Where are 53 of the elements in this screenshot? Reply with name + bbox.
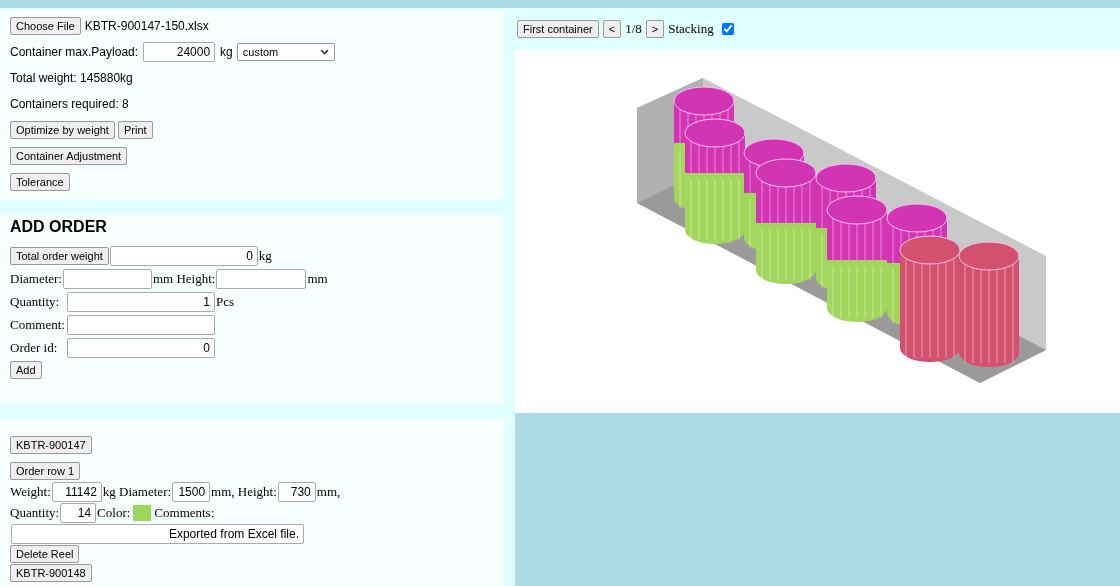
diameter-field[interactable]: [63, 269, 152, 289]
chevron-down-icon: [319, 49, 329, 55]
height-field[interactable]: 730: [277, 482, 316, 502]
add-button[interactable]: Add: [10, 361, 42, 379]
total-order-weight-button[interactable]: Total order weight: [10, 247, 109, 265]
payload-label: Container max.Payload:: [10, 45, 139, 59]
action-button[interactable]: Optimize by weight: [10, 121, 115, 139]
weight-field[interactable]: 0: [109, 246, 258, 266]
height-field[interactable]: [216, 269, 307, 289]
total-weight-text: Total weight: 145880kg: [10, 70, 134, 87]
unit-label: mm: [307, 271, 328, 287]
unit-label: Pcs: [216, 294, 235, 310]
action-button[interactable]: Print: [117, 121, 153, 139]
comment-field[interactable]: Exported from Excel file.: [11, 524, 304, 544]
delete-reel-button[interactable]: Delete Reel: [10, 545, 80, 563]
first-container-button[interactable]: First container: [517, 20, 599, 38]
action-button[interactable]: Tolerance: [10, 173, 70, 191]
order-row-button[interactable]: Order row 1: [10, 462, 81, 480]
previous-button[interactable]: <: [602, 20, 622, 38]
diameter-field[interactable]: 1500: [172, 482, 211, 502]
stacking-checkbox[interactable]: [721, 23, 734, 35]
field-label: Quantity:: [10, 505, 60, 521]
unit-label: kg: [220, 45, 233, 59]
field-label: Weight:: [10, 484, 51, 500]
field-label: kg Diameter:: [102, 484, 172, 500]
choose-file-button[interactable]: Choose File: [10, 17, 81, 35]
input-field[interactable]: 0: [67, 338, 215, 358]
section-heading: ADD ORDER: [10, 217, 108, 236]
order-button[interactable]: KBTR-900148: [10, 564, 92, 582]
unit-label: mm Height:: [153, 271, 216, 287]
field-label: Diameter:: [10, 271, 62, 287]
weight-field[interactable]: 11142: [51, 482, 102, 502]
unit-label: mm,: [316, 484, 341, 500]
field-label: Quantity:: [10, 294, 61, 310]
stacking-label: Stacking: [668, 21, 714, 37]
input-field[interactable]: [67, 315, 215, 335]
unit-label: kg: [258, 248, 272, 264]
field-label: Comments:: [154, 505, 215, 521]
field-label: Comment:: [10, 317, 66, 333]
action-button[interactable]: Container Adjustment: [10, 147, 128, 165]
container-type-dropdown[interactable]: custom: [236, 43, 335, 61]
order-button[interactable]: KBTR-900147: [10, 436, 92, 454]
next-button[interactable]: >: [645, 20, 665, 38]
payload-field[interactable]: 24000: [143, 42, 216, 62]
containers-required-text: Containers required: 8: [10, 96, 130, 113]
field-label: Order id:: [10, 340, 59, 356]
field-label: Color:: [97, 505, 131, 521]
color-swatch[interactable]: [133, 505, 152, 521]
field-label: mm, Height:: [211, 484, 277, 500]
quantity-field[interactable]: 14: [60, 503, 97, 523]
page-counter: 1/8: [625, 21, 642, 37]
input-field[interactable]: 1: [67, 292, 215, 312]
file-name: KBTR-900147-150.xlsx: [84, 19, 209, 33]
